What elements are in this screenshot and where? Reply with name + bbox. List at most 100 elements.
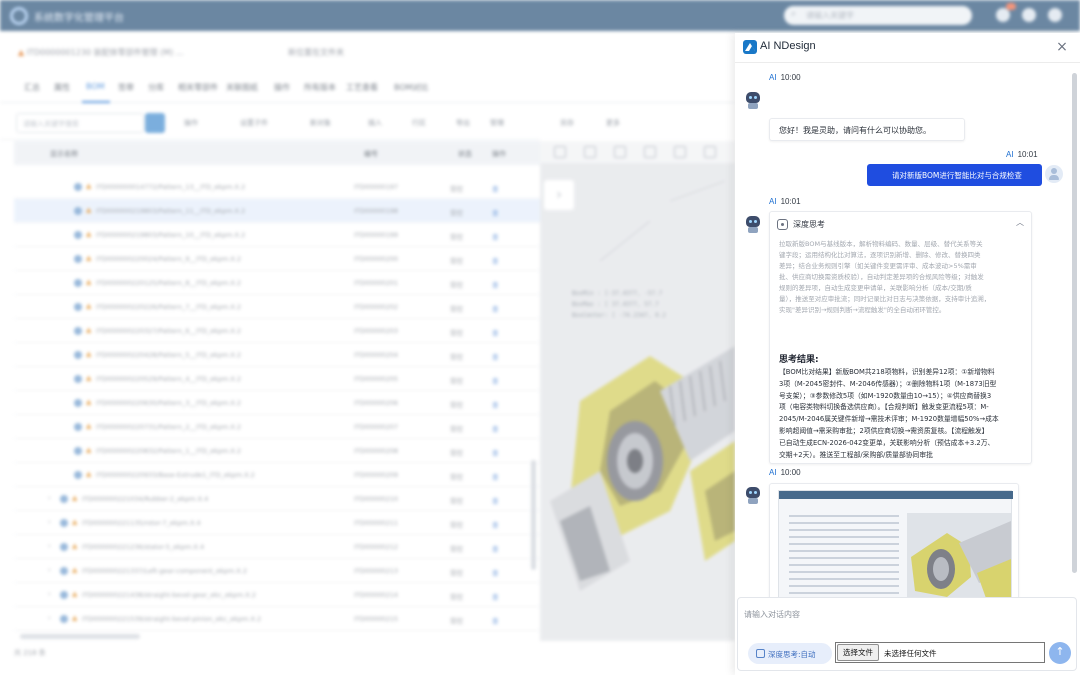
bom-search-button[interactable] (145, 113, 165, 133)
chevron-up-icon[interactable]: ︿ (1016, 217, 1024, 228)
breadcrumb-bar: ▲ ITD0000001230 装配体零部件管理 (M) ... 新位置在文件夹 (0, 31, 735, 71)
table-row[interactable]: ▲ ITD000000220832/Pattern_1__ITD_ekpm.X.2… (14, 439, 540, 463)
toolbar-row[interactable]: 行区 (412, 118, 426, 128)
row-action[interactable]: 查 (492, 519, 499, 529)
row-action[interactable]: 查 (492, 183, 499, 193)
part-code: ITD00000205 (354, 375, 398, 383)
tab-properties[interactable]: 属性 (54, 82, 70, 93)
chat-message-list[interactable]: AI 10:00 您好！我是灵助，请问有什么可以协助您。 AI 10:01 请对新版… (735, 64, 1080, 626)
deep-thinking-toggle-label: 深度思考:自动 (768, 650, 816, 659)
toolbar-new-object[interactable]: 新对象 (310, 118, 331, 128)
row-action[interactable]: 查 (492, 279, 499, 289)
row-action[interactable]: 查 (492, 327, 499, 337)
cad-view-icon[interactable] (614, 146, 626, 158)
row-action[interactable]: 查 (492, 375, 499, 385)
tab-summary[interactable]: 汇总 (24, 82, 40, 93)
bom-search-input[interactable]: 请输入关键字搜索 (16, 113, 144, 133)
row-action[interactable]: 查 (492, 591, 499, 601)
cad-section-icon[interactable] (644, 146, 656, 158)
close-panel-button[interactable]: × (1054, 39, 1070, 55)
table-row[interactable]: ▲ ITD000000220529/Pattern_4__ITD_ekpm.X.2… (14, 367, 540, 391)
toolbar-insert[interactable]: 插入 (368, 118, 382, 128)
warning-icon: ▲ (86, 278, 92, 286)
expand-chevron-icon[interactable]: › (48, 542, 51, 550)
expand-chevron-icon[interactable]: › (48, 518, 51, 526)
table-row[interactable]: ▲ ITD000000220630/Pattern_3__ITD_ekpm.X.2… (14, 391, 540, 415)
expand-chevron-icon[interactable]: › (48, 494, 51, 502)
toolbar-set-child[interactable]: 设置子件 (240, 118, 268, 128)
send-button[interactable]: ↑ (1049, 642, 1071, 664)
tab-bom-compare[interactable]: BOM对比 (394, 82, 429, 93)
row-action[interactable]: 查 (492, 543, 499, 553)
cad-viewer[interactable] (540, 141, 735, 641)
choose-file-button[interactable]: 选择文件 (837, 644, 879, 661)
toolbar-more[interactable]: 更多 (606, 118, 620, 128)
breadcrumb-location[interactable]: 新位置在文件夹 (288, 47, 344, 58)
row-action[interactable]: 查 (492, 231, 499, 241)
row-action[interactable]: 查 (492, 615, 499, 625)
row-action[interactable]: 查 (492, 471, 499, 481)
table-row[interactable]: ▲ ITD000000220125/Pattern_8__ITD_ekpm.X.2… (14, 271, 540, 295)
row-action[interactable]: 查 (492, 495, 499, 505)
tab-review[interactable]: 签审 (118, 82, 134, 93)
tab-bom[interactable]: BOM (86, 82, 105, 91)
chevron-right-icon[interactable]: › (544, 180, 574, 210)
settings-gear-icon[interactable] (1048, 8, 1062, 22)
row-action[interactable]: 查 (492, 303, 499, 313)
arrow-up-icon: ↑ (1055, 645, 1065, 658)
row-action[interactable]: 查 (492, 567, 499, 577)
header-actions[interactable]: 操作 (492, 149, 506, 159)
header-status[interactable]: 状态 (458, 149, 472, 159)
cad-fit-icon[interactable] (584, 146, 596, 158)
global-search-input[interactable]: ⌕ 请输入关键字 (784, 6, 972, 25)
table-row[interactable]: ▲ ITD000000219803/Pattern_10__ITD_ekpm.X.… (14, 223, 540, 247)
breadcrumb[interactable]: ▲ ITD0000001230 装配体零部件管理 (M) ... (18, 47, 183, 58)
toolbar-operate[interactable]: 操作 (184, 118, 198, 128)
tab-operations[interactable]: 操作 (274, 82, 290, 93)
toolbar-export[interactable]: 导出 (456, 118, 470, 128)
cad-folder-icon[interactable] (554, 146, 566, 158)
ai-image-message[interactable] (769, 483, 1019, 608)
user-profile-icon[interactable] (1022, 8, 1036, 22)
table-row[interactable]: › ▲ ITD000000221337/Left-gear-component_ek… (14, 559, 540, 583)
table-row[interactable]: ▲ ITD000000220226/Pattern_7__ITD_ekpm.X.2… (14, 295, 540, 319)
cad-edit-icon[interactable] (674, 146, 686, 158)
chat-message-input[interactable] (744, 605, 1064, 623)
tab-process[interactable]: 工艺查看 (346, 82, 378, 93)
toolbar-manage[interactable]: 管理 (490, 118, 504, 128)
expand-chevron-icon[interactable]: › (48, 590, 51, 598)
table-horizontal-scrollbar[interactable] (20, 634, 140, 639)
table-row[interactable]: › ▲ ITD000000221236/stator-5_ekpm.X.4 ITD00… (14, 535, 540, 559)
table-row[interactable]: ▲ ITD000000220327/Pattern_6__ITD_ekpm.X.2… (14, 319, 540, 343)
cad-settings-icon[interactable] (704, 146, 716, 158)
notification-icon[interactable] (996, 8, 1010, 22)
row-action[interactable]: 查 (492, 423, 499, 433)
row-action[interactable]: 查 (492, 351, 499, 361)
table-row[interactable]: ▲ ITD000000219803/Pattern_11__ITD_ekpm.X.… (14, 199, 540, 223)
header-code[interactable]: 编号 (364, 149, 378, 159)
header-display-name[interactable]: 显示名称 (50, 149, 78, 159)
expand-chevron-icon[interactable]: › (48, 566, 51, 574)
row-action[interactable]: 查 (492, 447, 499, 457)
table-row[interactable]: › ▲ ITD000000221539/straight-bevel-pinion_… (14, 607, 540, 631)
row-action[interactable]: 查 (492, 399, 499, 409)
row-action[interactable]: 查 (492, 255, 499, 265)
table-row[interactable]: ▲ ITD000000014772/Pattern_13__ITD_ekpm.X.… (14, 175, 540, 199)
table-row[interactable]: › ▲ ITD000000221135/rotor-7_ekpm.X.4 ITD000… (14, 511, 540, 535)
table-vertical-scrollbar[interactable] (531, 460, 536, 570)
expand-chevron-icon[interactable]: › (48, 614, 51, 622)
row-action[interactable]: 查 (492, 207, 499, 217)
table-row[interactable]: ▲ ITD000000220933/Base-Extrude1_ITD_ekpm.… (14, 463, 540, 487)
tab-versions[interactable]: 所有版本 (304, 82, 336, 93)
table-row[interactable]: › ▲ ITD000000221438/straight-bevel-gear_ek… (14, 583, 540, 607)
chat-scrollbar[interactable] (1072, 73, 1077, 573)
tab-drawings[interactable]: 关联图纸 (226, 82, 258, 93)
table-row[interactable]: ▲ ITD000000220024/Pattern_9__ITD_ekpm.X.2… (14, 247, 540, 271)
toolbar-save-as[interactable]: 另存 (560, 118, 574, 128)
table-row[interactable]: ▲ ITD000000220731/Pattern_2__ITD_ekpm.X.2… (14, 415, 540, 439)
tab-related-parts[interactable]: 相关零部件 (178, 82, 218, 93)
table-row[interactable]: › ▲ ITD000000221034/Rubber-2_ekpm.X.4 ITD00… (14, 487, 540, 511)
table-row[interactable]: ▲ ITD000000220428/Pattern_5__ITD_ekpm.X.2… (14, 343, 540, 367)
tab-library[interactable]: 分库 (148, 82, 164, 93)
deep-thinking-toggle[interactable]: 深度思考:自动 (748, 643, 832, 664)
